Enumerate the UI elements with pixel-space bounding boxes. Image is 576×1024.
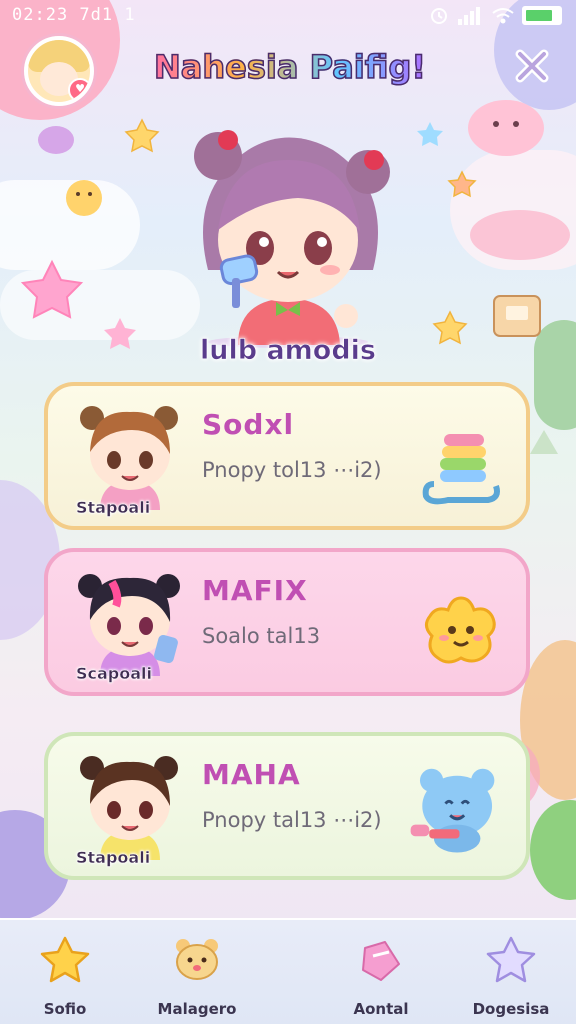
game-screen: 02:23 7d1 1 ♥ Nahesia Paifig! lulb amodi…	[0, 0, 576, 1024]
character-portrait-3	[80, 756, 178, 860]
character-card-3[interactable]: Stapoali MAHA Pnopy tal13 ⋯i2)	[44, 732, 530, 880]
nav-item-dogesisa[interactable]: Dogesisa	[446, 930, 576, 1022]
nav-label: Dogesisa	[472, 1000, 550, 1018]
nav-label: Sofio	[43, 1000, 87, 1018]
nav-item-aontal[interactable]: Aontal	[316, 930, 446, 1022]
character-tag: Scapoali	[76, 664, 153, 683]
character-name: Sodxl	[202, 408, 295, 441]
hero-character[interactable]	[168, 120, 408, 350]
character-description: Pnopy tal13 ⋯i2)	[202, 808, 382, 832]
alarm-icon	[431, 7, 447, 24]
character-name: MAHA	[202, 758, 301, 791]
page-title: Nahesia Paifig!	[150, 47, 430, 87]
star-outline-icon	[486, 936, 536, 983]
wifi-icon	[492, 7, 514, 23]
status-bar: 02:23 7d1 1	[0, 0, 576, 32]
character-card-2[interactable]: Scapoali MAFIX Soalo tal13	[44, 548, 530, 696]
nav-item-malagero[interactable]: Malagero	[132, 930, 262, 1022]
ribbon-icon	[362, 941, 400, 981]
rainbow-toy-icon	[422, 434, 500, 505]
character-tag: Stapoali	[76, 848, 151, 867]
nav-label: Malagero	[157, 1000, 237, 1018]
nav-item-sofio[interactable]: Sofio	[0, 930, 130, 1022]
heart-badge-icon: ♥	[68, 78, 90, 102]
character-tag: Stapoali	[76, 498, 151, 517]
status-icons	[430, 6, 562, 25]
bottom-nav: Sofio Malagero Aontal Dogesisa	[0, 918, 576, 1024]
bear-icon	[176, 939, 218, 980]
character-portrait-1	[80, 406, 178, 510]
close-button[interactable]	[500, 38, 564, 94]
close-icon	[515, 49, 549, 83]
blue-bear-icon	[410, 768, 495, 853]
character-description: Soalo tal13	[202, 624, 321, 648]
nav-label: Aontal	[353, 1000, 409, 1018]
character-card-1[interactable]: Stapoali Sodxl Pnopy tol13 ⋯i2)	[44, 382, 530, 530]
signal-icon	[458, 6, 480, 25]
star-icon	[40, 936, 90, 983]
profile-avatar[interactable]: ♥	[24, 36, 94, 106]
hero-name: lulb amodis	[199, 335, 377, 367]
battery-icon	[522, 6, 562, 25]
character-name: MAFIX	[202, 574, 308, 607]
status-time: 02:23 7d1 1	[12, 5, 136, 25]
star-face-icon	[425, 596, 496, 664]
character-portrait-2	[78, 574, 180, 676]
character-description: Pnopy tol13 ⋯i2)	[202, 458, 382, 482]
